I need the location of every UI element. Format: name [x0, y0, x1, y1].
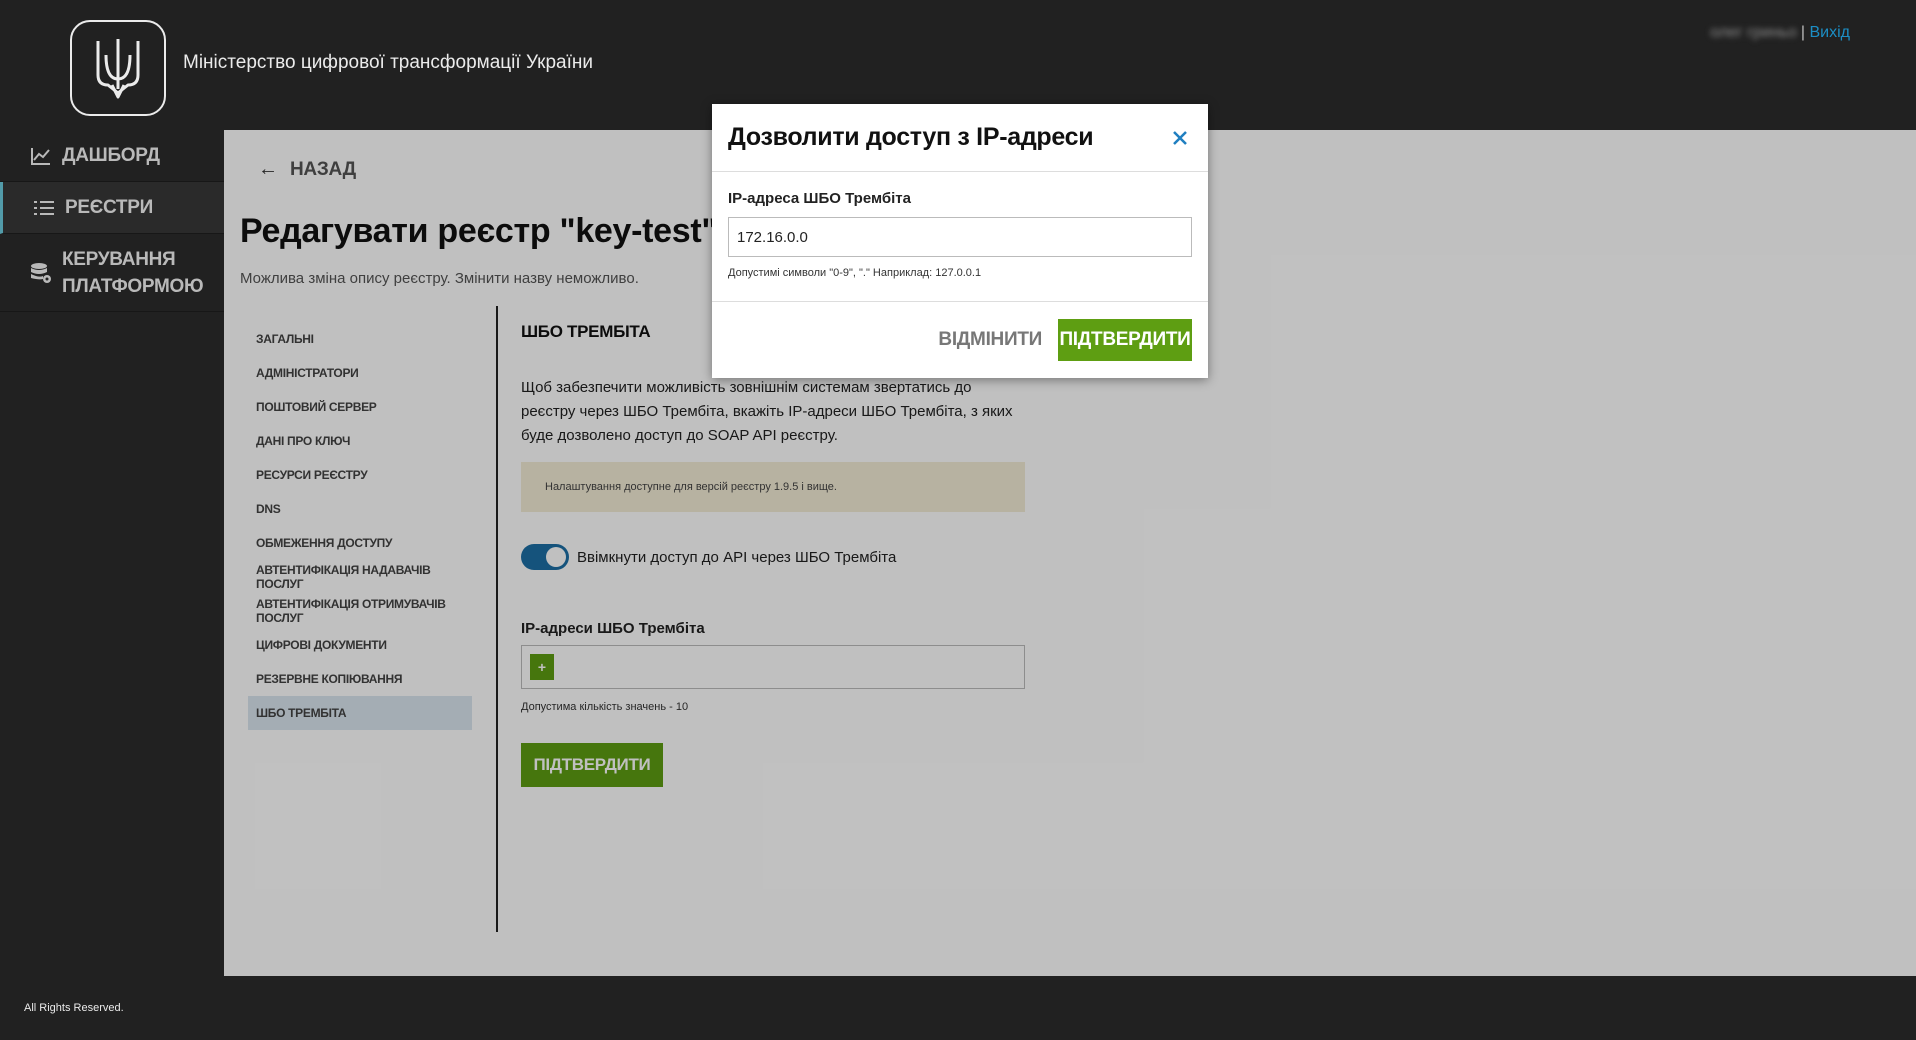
ip-field-label: IP-адреса ШБО Трембіта	[728, 190, 911, 207]
ip-address-input[interactable]	[728, 217, 1192, 257]
dialog-header: Дозволити доступ з IP-адреси	[712, 104, 1208, 172]
close-icon[interactable]	[1168, 126, 1192, 150]
dialog-confirm-button[interactable]: Підтвердити	[1058, 319, 1192, 361]
dialog-footer: Відмінити Підтвердити	[712, 302, 1208, 378]
dialog-body: IP-адреса ШБО Трембіта Допустимі символи…	[712, 172, 1208, 302]
allow-ip-dialog: Дозволити доступ з IP-адреси IP-адреса Ш…	[712, 104, 1208, 378]
dialog-title: Дозволити доступ з IP-адреси	[728, 123, 1094, 151]
cancel-button[interactable]: Відмінити	[938, 329, 1042, 351]
ip-field-hint: Допустимі символи "0-9", "." Наприклад: …	[728, 267, 982, 279]
